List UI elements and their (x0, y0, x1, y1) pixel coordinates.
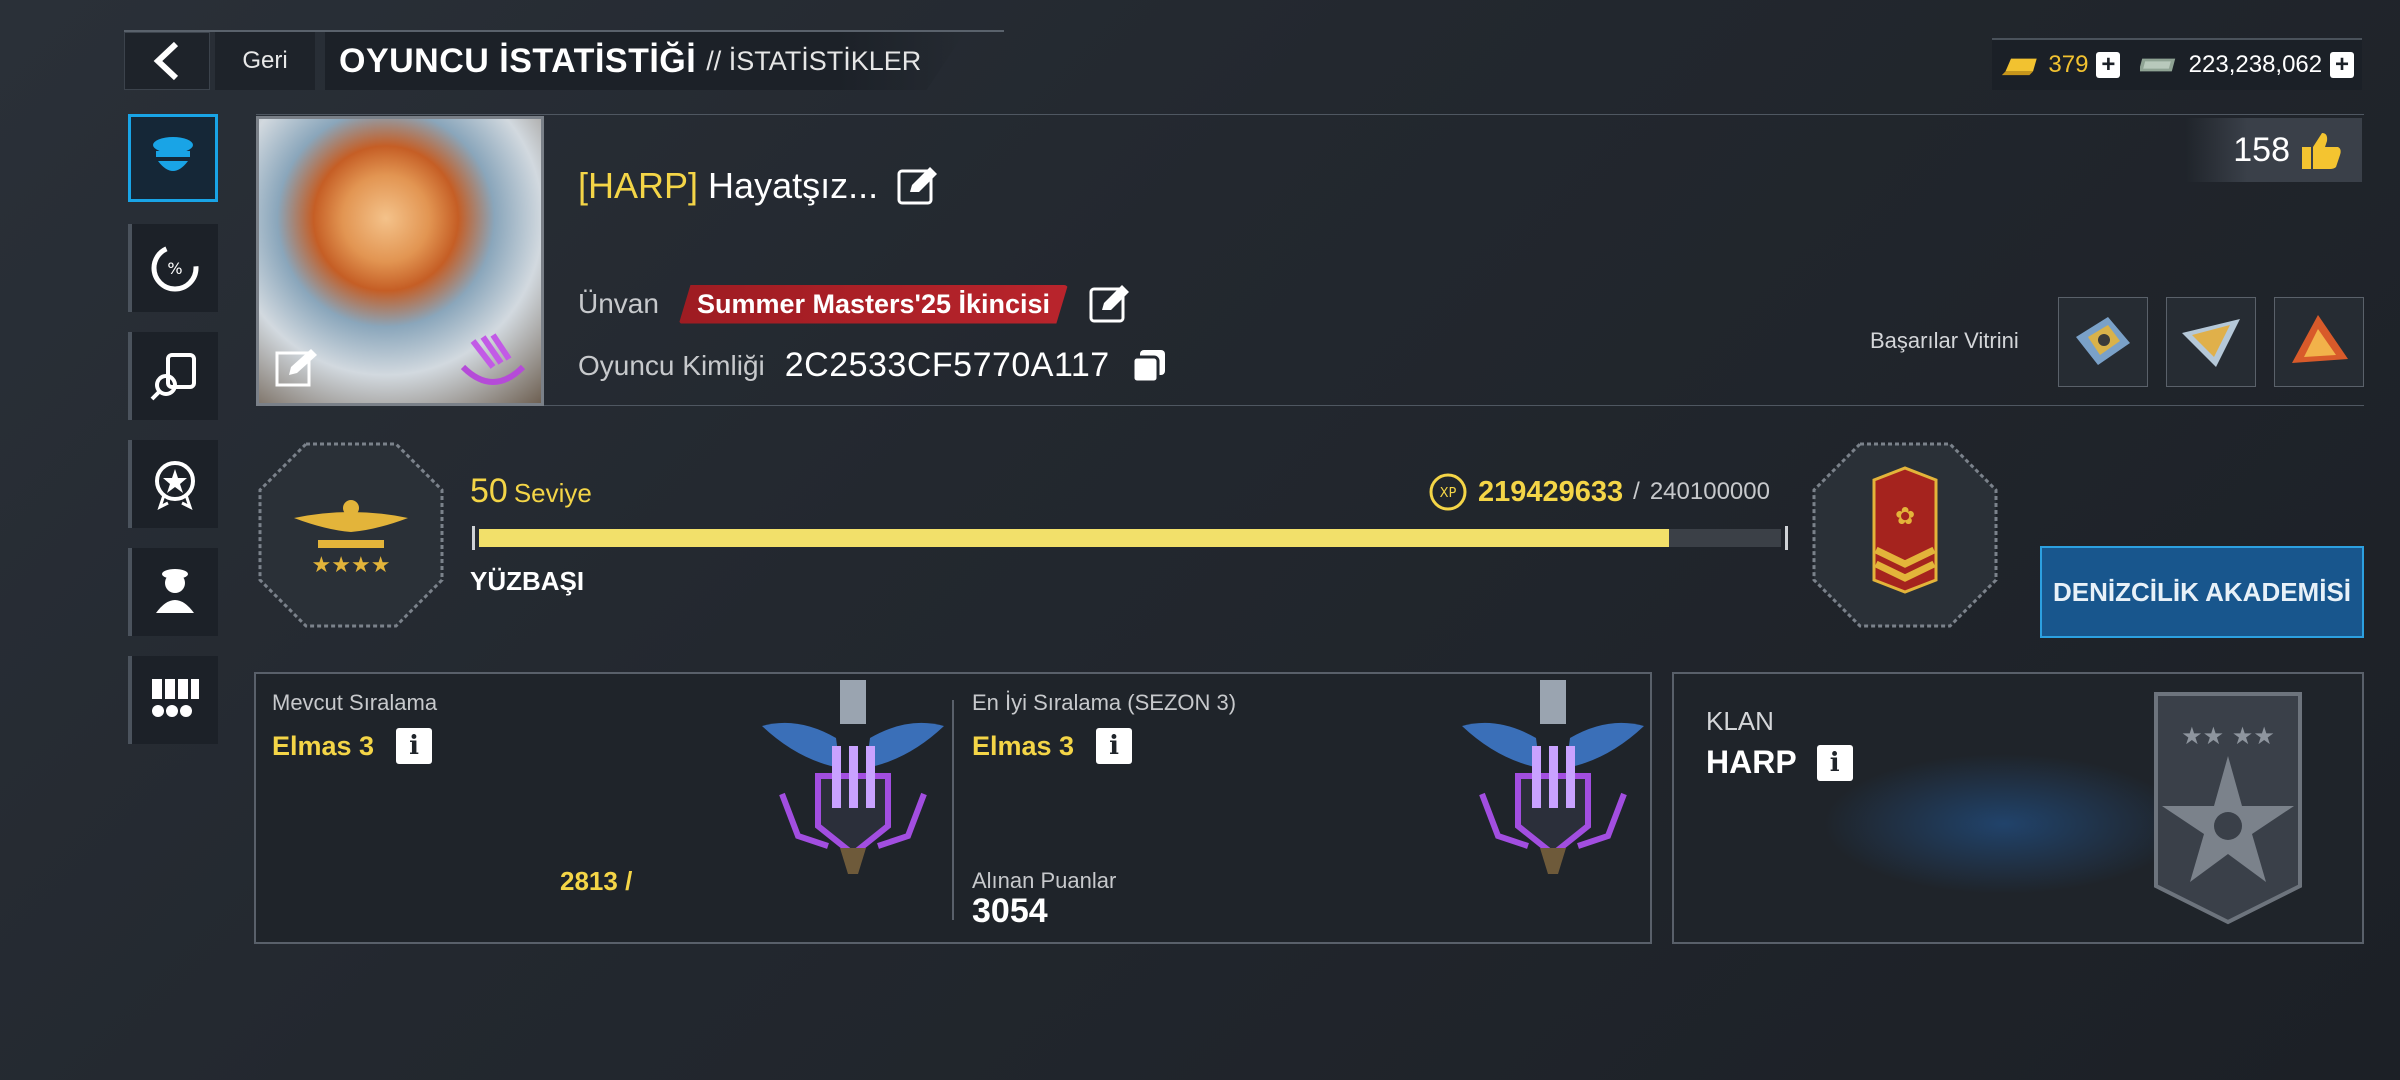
xp-progress-bar (472, 526, 1788, 550)
svg-text:★★ ★★: ★★ ★★ (2181, 722, 2275, 750)
player-name-row: [HARP] Hayatşız... (578, 164, 940, 208)
clan-tag: [HARP] (578, 165, 699, 206)
showcase-slot-3[interactable] (2274, 297, 2364, 387)
copy-icon[interactable] (1130, 347, 1168, 385)
current-rank-value: Elmas 3 (272, 730, 375, 761)
current-rank-row: Elmas 3 i (272, 728, 433, 764)
title-label: Ünvan (578, 288, 659, 319)
xp-readout: XP 219429633 / 240100000 (1428, 472, 1770, 512)
svg-text:✿: ✿ (1895, 502, 1915, 530)
nav-search-report[interactable] (128, 332, 218, 420)
level-label: Seviye (513, 478, 592, 508)
achievement-chip-icon (2076, 317, 2130, 365)
current-rank-label: Mevcut Sıralama (272, 690, 438, 715)
xp-max: 240100000 (1649, 478, 1770, 505)
cash-amount: 223,238,062 (2188, 51, 2323, 78)
add-gold-button[interactable]: + (2096, 52, 2121, 78)
medal-icon (155, 461, 195, 510)
eagle-rank-icon: ★★★★ (258, 442, 444, 628)
xp-icon: XP (1429, 473, 1467, 511)
rank-name: YÜZBAŞI (470, 566, 585, 596)
diamond-rank-icon (1462, 680, 1644, 874)
chevron-left-icon (153, 41, 179, 81)
cash-icon (2140, 58, 2176, 72)
showcase-slot-2[interactable] (2166, 297, 2256, 387)
naval-academy-button[interactable]: DENİZCİLİK AKADEMİSİ (2040, 546, 2364, 638)
level-value: 50 Seviye (470, 472, 592, 511)
current-rank-info-button[interactable]: i (396, 728, 433, 764)
add-cash-button[interactable]: + (2330, 52, 2354, 78)
currency-bar: 379 + 223,238,062 + (1992, 38, 2362, 90)
current-rank-points: 2813 / (560, 866, 633, 896)
clan-label: KLAN (1706, 706, 1774, 736)
best-rank-value: Elmas 3 (972, 730, 1075, 761)
profile-icon (153, 137, 193, 171)
svg-text:%: % (167, 259, 182, 278)
thumbs-up-icon (2302, 133, 2341, 169)
title-row: Ünvan Summer Masters'25 İkincisi (578, 282, 1132, 326)
page-subtitle: // İSTATİSTİKLER (706, 45, 922, 76)
achievement-triangle-icon (2292, 315, 2348, 363)
diamond-rank-emblem (758, 676, 948, 881)
chevron-rank-icon: ✿ (1812, 442, 1998, 628)
player-id-row: Oyuncu Kimliği 2C2533CF5770A117 (578, 346, 1168, 385)
rank-insignia: ★★★★ (256, 440, 446, 630)
likes-counter[interactable]: 158 (2186, 118, 2362, 182)
gold-amount: 379 (2048, 51, 2089, 78)
back-label[interactable]: Geri (215, 32, 315, 90)
xp-track (479, 529, 1781, 547)
crew-icon (156, 569, 194, 613)
xp-fill (479, 529, 1670, 547)
svg-text:★★★★: ★★★★ (312, 553, 391, 578)
nav-profile[interactable] (128, 114, 218, 202)
edit-avatar-icon[interactable] (273, 345, 319, 391)
nav-stats[interactable]: % (128, 224, 218, 312)
showcase-label: Başarılar Vitrini (1870, 328, 2019, 353)
back-button[interactable] (124, 32, 210, 90)
nav-crew[interactable] (128, 548, 218, 636)
showcase-slot-1[interactable] (2058, 297, 2148, 387)
achievement-prism-icon (2182, 319, 2240, 367)
best-rank-row: Elmas 3 i (972, 728, 1133, 764)
next-rank-insignia: ✿ (1810, 440, 2000, 630)
player-id-label: Oyuncu Kimliği (578, 349, 765, 381)
page-title-bar: OYUNCU İSTATİSTİĞİ // İSTATİSTİKLER (325, 32, 965, 90)
profile-panel (256, 114, 2364, 406)
player-id: 2C2533CF5770A117 (784, 346, 1110, 384)
clan-info-button[interactable]: i (1816, 744, 1853, 781)
search-report-icon (150, 353, 196, 401)
diamond-rank-icon (762, 680, 944, 874)
edit-name-icon[interactable] (896, 164, 940, 208)
nav-medals[interactable] (128, 440, 218, 528)
gold-bar-icon (2001, 58, 2037, 76)
earned-points-label: Alınan Puanlar (972, 868, 1117, 893)
stats-icon: % (151, 244, 199, 292)
title-badge: Summer Masters'25 İkincisi (678, 284, 1069, 324)
likes-count: 158 (2233, 130, 2290, 169)
prestige-emblem-icon (460, 333, 526, 385)
ribbons-icon (152, 679, 199, 717)
xp-separator: / (1633, 478, 1640, 505)
clan-name-row: HARP i (1706, 744, 1853, 781)
clan-emblem: ★★ ★★ (2138, 686, 2318, 931)
player-name: Hayatşız... (708, 165, 879, 206)
page-title: OYUNCU İSTATİSTİĞİ (339, 41, 697, 80)
nav-ribbons[interactable] (128, 656, 218, 744)
edit-title-icon[interactable] (1088, 282, 1132, 326)
best-diamond-rank-emblem (1458, 676, 1648, 881)
level-number: 50 (470, 472, 508, 510)
clan-shield-icon: ★★ ★★ (2154, 692, 2302, 925)
best-rank-label: En İyi Sıralama (SEZON 3) (972, 690, 1237, 715)
svg-text:XP: XP (1440, 486, 1457, 501)
clan-name: HARP (1706, 744, 1797, 780)
xp-current: 219429633 (1478, 475, 1624, 508)
best-rank-info-button[interactable]: i (1096, 728, 1133, 764)
avatar[interactable] (256, 116, 544, 406)
ranking-divider (952, 700, 954, 920)
earned-points-value: 3054 (972, 892, 1048, 930)
